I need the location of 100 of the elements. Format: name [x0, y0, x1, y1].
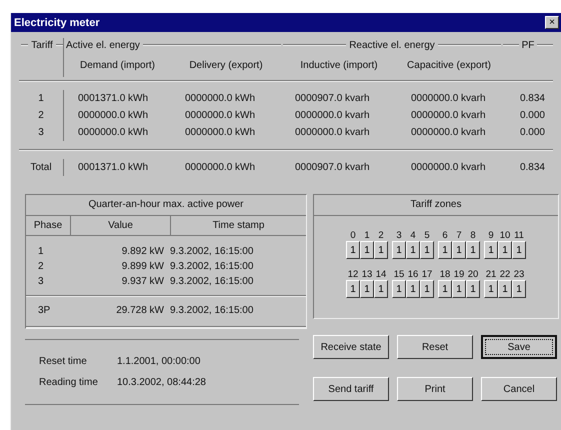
table-cell: 0001371.0 kWh: [63, 90, 171, 107]
field-label: Reading time: [39, 377, 99, 388]
group-label: PF: [522, 40, 534, 50]
column-header: Inductive (import): [299, 59, 379, 73]
hour-label: 0: [350, 230, 356, 241]
table-cell-text: 0.000: [518, 109, 546, 123]
tariff-zone-button[interactable]: 1: [512, 241, 526, 259]
hour-label: 8: [470, 230, 476, 241]
hour-label: 4: [410, 230, 416, 241]
dialog-button[interactable]: Receive state: [313, 335, 389, 359]
hour-label: 9: [488, 230, 494, 241]
tariff-zone-button[interactable]: 1: [438, 241, 452, 259]
table-cell-text: 29.728 kW: [115, 304, 165, 318]
tariff-zone-button[interactable]: 1: [374, 241, 388, 259]
tariff-zone-button[interactable]: 1: [406, 280, 420, 298]
tariff-zone-button[interactable]: 1: [484, 241, 498, 259]
tariff-zone-button[interactable]: 1: [360, 280, 374, 298]
column-header: Demand (import): [63, 52, 171, 77]
tariff-number: 1: [37, 92, 45, 106]
table-cell-text: 0000000.0 kWh: [184, 92, 256, 106]
hour-label: 18: [440, 269, 450, 280]
table-cell-text: 0.000: [518, 126, 546, 140]
table-cell-text: 0.834: [518, 161, 546, 175]
column-header: Value: [70, 216, 170, 236]
table-cell-text: 0000000.0 kvarh: [410, 161, 487, 175]
hour-label: 12: [348, 269, 358, 280]
tariff-zone-button[interactable]: 1: [420, 280, 434, 298]
group-label: Active el. energy: [66, 40, 140, 50]
table-cell-text: 9.3.2002, 16:15:00: [170, 275, 254, 289]
tariff-zone-button[interactable]: 1: [484, 280, 498, 298]
table-cell-text: 0000000.0 kvarh: [410, 126, 487, 140]
hour-label: 10: [500, 230, 510, 241]
hour-label: 14: [376, 269, 386, 280]
table-cell-text: 0000000.0 kvarh: [410, 109, 487, 123]
hour-label: 20: [468, 269, 478, 280]
phase-label: 3P: [37, 304, 52, 318]
hour-label: 16: [408, 269, 418, 280]
column-header: Time stamp: [170, 216, 306, 236]
table-cell-text: 9.937 kW: [120, 275, 165, 289]
tariff-zone-button[interactable]: 1: [498, 241, 512, 259]
tariff-zone-button[interactable]: 1: [374, 280, 388, 298]
tariff-zone-button[interactable]: 1: [392, 280, 406, 298]
tariff-zone-button[interactable]: 1: [512, 280, 526, 298]
dialog-button[interactable]: Send tariff: [313, 377, 389, 401]
column-header: Capacitive (export): [406, 59, 492, 73]
close-button[interactable]: ×: [545, 16, 559, 29]
hour-label: 21: [486, 269, 496, 280]
hour-label: 17: [422, 269, 432, 280]
dialog-button[interactable]: Print: [397, 377, 473, 401]
field-label: Reset time: [39, 356, 88, 367]
tariff-zone-button[interactable]: 1: [452, 280, 466, 298]
tariff-zone-button[interactable]: 1: [392, 241, 406, 259]
table-cell-text: 9.3.2002, 16:15:00: [170, 304, 254, 318]
hour-label: 5: [424, 230, 430, 241]
table-cell-text: 9.3.2002, 16:15:00: [170, 245, 254, 259]
tariff-zone-button[interactable]: 1: [466, 280, 480, 298]
table-cell-text: 0000000.0 kvarh: [410, 92, 487, 106]
group-label: Reactive el. energy: [349, 40, 435, 50]
hour-label: 7: [456, 230, 462, 241]
panel-title: Quarter-an-hour max. active power: [26, 195, 306, 216]
hour-label: 1: [364, 230, 370, 241]
dialog-button[interactable]: Cancel: [481, 377, 557, 401]
table-cell-text: 0000000.0 kvarh: [294, 126, 371, 140]
tariff-number: 2: [37, 109, 45, 123]
field-value: 1.1.2001, 00:00:00: [117, 356, 202, 367]
dialog-button[interactable]: Save: [481, 335, 557, 359]
tariff-zone-button[interactable]: 1: [406, 241, 420, 259]
tariff-zone-button[interactable]: 1: [438, 280, 452, 298]
table-cell-text: 0000907.0 kvarh: [294, 161, 371, 175]
phase-label: 3: [37, 275, 45, 289]
hour-label: 3: [396, 230, 402, 241]
table-cell-text: 0000907.0 kvarh: [294, 92, 371, 106]
tariff-zone-button[interactable]: 1: [346, 280, 360, 298]
table-cell-text: 0.834: [518, 92, 546, 106]
phase-label: 2: [37, 260, 45, 274]
table-cell-text: 9.892 kW: [120, 245, 165, 259]
hour-label: 13: [362, 269, 372, 280]
tariff-zone-button[interactable]: 1: [498, 280, 512, 298]
tariff-number: Total: [29, 161, 53, 175]
hour-label: 23: [514, 269, 524, 280]
table-cell: 0001371.0 kWh: [63, 159, 171, 176]
hour-label: 15: [394, 269, 404, 280]
table-cell: 0000000.0 kWh: [63, 124, 171, 141]
table-cell-text: 9.3.2002, 16:15:00: [170, 260, 254, 274]
table-cell: 0000000.0 kWh: [63, 107, 171, 124]
table-cell-text: 0000000.0 kWh: [184, 161, 256, 175]
tariff-zone-button[interactable]: 1: [360, 241, 374, 259]
hour-label: 2: [378, 230, 384, 241]
hour-label: 19: [454, 269, 464, 280]
field-value: 10.3.2002, 08:44:28: [117, 377, 207, 388]
hour-label: 22: [500, 269, 510, 280]
tariff-zone-button[interactable]: 1: [466, 241, 480, 259]
table-cell-text: 9.899 kW: [120, 260, 165, 274]
tariff-zone-button[interactable]: 1: [346, 241, 360, 259]
dialog-button[interactable]: Reset: [397, 335, 473, 359]
table-cell-text: 0000000.0 kWh: [184, 109, 256, 123]
table-cell-text: 0000000.0 kvarh: [294, 109, 371, 123]
panel-title: Tariff zones: [314, 195, 558, 216]
tariff-zone-button[interactable]: 1: [420, 241, 434, 259]
tariff-zone-button[interactable]: 1: [452, 241, 466, 259]
